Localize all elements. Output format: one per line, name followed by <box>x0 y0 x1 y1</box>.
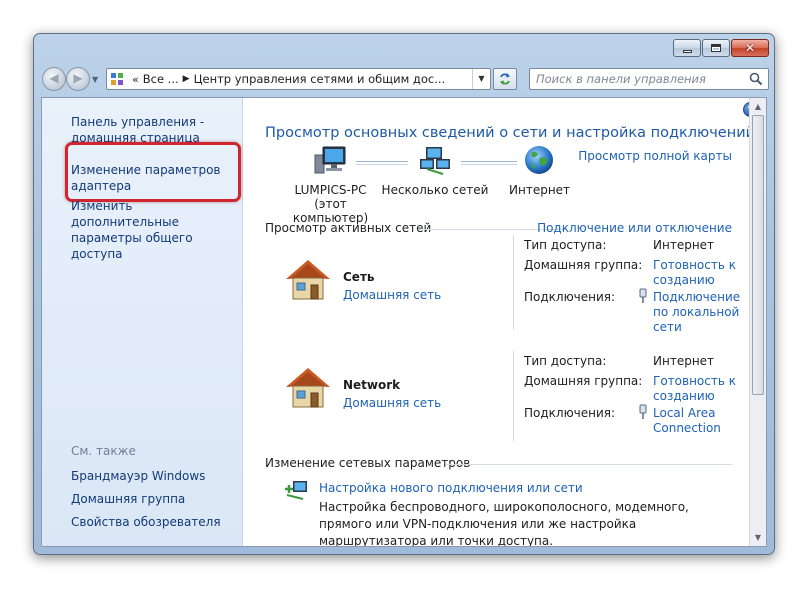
see-also-internet-options-link[interactable]: Свойства обозревателя <box>71 514 241 530</box>
task-sidebar: Панель управления - домашняя страница Из… <box>42 98 243 546</box>
network-2-access-value: Интернет <box>653 354 715 368</box>
highlight-annotation <box>65 142 241 202</box>
network-2-divider <box>513 351 514 441</box>
network-1-access-value: Интернет <box>653 238 715 252</box>
network-2-name: Network <box>343 378 401 392</box>
ethernet-icon-2 <box>639 404 647 419</box>
advanced-sharing-settings-link[interactable]: Изменить дополнительные параметры общего… <box>71 198 241 262</box>
address-overflow-chevrons[interactable]: « <box>132 73 139 86</box>
breadcrumb-network-center[interactable]: Центр управления сетями и общим дос... <box>194 72 446 86</box>
network-1-access-label: Тип доступа: <box>524 238 607 252</box>
back-arrow-icon: ◀ <box>49 71 59 85</box>
maximize-icon <box>711 44 721 52</box>
network-2-connections-label: Подключения: <box>524 406 616 420</box>
active-networks-heading: Просмотр активных сетей <box>265 221 432 235</box>
connect-disconnect-link[interactable]: Подключение или отключение <box>537 221 732 235</box>
close-button[interactable]: ✕ <box>731 39 769 57</box>
breadcrumb-separator-icon[interactable]: ▶ <box>183 74 190 84</box>
network-1-homegroup-link[interactable]: Готовность к созданию <box>653 258 748 288</box>
forward-button[interactable]: ▶ <box>66 67 90 91</box>
recent-pages-dropdown[interactable]: ▼ <box>92 75 98 84</box>
network-1-type-link[interactable]: Домашняя сеть <box>343 288 441 302</box>
pc-name: LUMPICS-PC <box>294 183 367 197</box>
change-settings-rule <box>446 464 732 465</box>
see-also-firewall-link[interactable]: Брандмауэр Windows <box>71 468 241 484</box>
minimize-button[interactable] <box>673 39 701 57</box>
back-button[interactable]: ◀ <box>42 67 66 91</box>
multiple-networks-icon <box>420 147 450 175</box>
search-placeholder: Поиск в панели управления <box>536 72 706 86</box>
refresh-icon <box>500 73 510 85</box>
page-title: Просмотр основных сведений о сети и наст… <box>265 125 756 141</box>
scroll-thumb[interactable] <box>752 115 764 395</box>
setup-new-connection-description: Настройка беспроводного, широкополосного… <box>319 500 689 547</box>
address-dropdown-icon[interactable]: ▼ <box>472 69 490 89</box>
network-1-divider <box>513 235 514 330</box>
view-full-map-link[interactable]: Просмотр полной карты <box>578 149 732 163</box>
internet-globe-icon <box>525 146 553 174</box>
scroll-up-arrow-icon[interactable]: ▲ <box>750 98 766 115</box>
network-1-connections-label: Подключения: <box>524 290 616 304</box>
content-area: Панель управления - домашняя страница Из… <box>41 97 767 547</box>
home-network-icon <box>286 260 330 300</box>
home-network-icon-2 <box>286 368 330 408</box>
close-icon: ✕ <box>744 41 756 55</box>
control-panel-window: ✕ ◀ ▶ ▼ « Все ... ▶ Центр управления сет… <box>33 33 775 555</box>
breadcrumb-all-items[interactable]: Все ... <box>143 72 179 86</box>
map-networks-label: Несколько сетей <box>381 183 489 197</box>
new-connection-icon <box>285 481 307 500</box>
ethernet-icon <box>639 288 647 303</box>
computer-icon <box>314 146 346 174</box>
see-also-heading: См. также <box>71 444 136 458</box>
map-line-networks-internet <box>461 161 517 165</box>
see-also-homegroup-link[interactable]: Домашняя группа <box>71 491 241 507</box>
main-panel: ? Просмотр основных сведений о сети и на… <box>243 98 766 546</box>
network-1-name: Сеть <box>343 270 375 284</box>
search-icon[interactable] <box>749 72 763 86</box>
map-line-pc-networks <box>356 161 408 165</box>
change-settings-heading: Изменение сетевых параметров <box>265 456 471 470</box>
network-2-homegroup-label: Домашняя группа: <box>524 374 643 388</box>
network-1-homegroup-label: Домашняя группа: <box>524 258 643 272</box>
map-pc-label: LUMPICS-PC (этот компьютер) <box>283 183 378 225</box>
network-2-access-label: Тип доступа: <box>524 354 607 368</box>
network-1-connection-link[interactable]: Подключение по локальной сети <box>653 290 748 335</box>
minimize-icon <box>682 49 692 53</box>
vertical-scrollbar[interactable]: ▲ ▼ <box>749 98 766 546</box>
network-2-homegroup-link[interactable]: Готовность к созданию <box>653 374 748 404</box>
refresh-button[interactable] <box>493 68 517 90</box>
network-2-connection-link[interactable]: Local Area Connection <box>653 406 748 436</box>
control-panel-icon <box>111 73 123 85</box>
map-internet-label: Интернет <box>509 183 571 197</box>
maximize-button[interactable] <box>702 39 730 57</box>
forward-arrow-icon: ▶ <box>73 71 83 85</box>
network-2-type-link[interactable]: Домашняя сеть <box>343 396 441 410</box>
window-controls: ✕ <box>673 39 769 57</box>
address-bar[interactable]: « Все ... ▶ Центр управления сетями и об… <box>106 68 491 90</box>
scroll-down-arrow-icon[interactable]: ▼ <box>750 529 766 546</box>
search-input[interactable]: Поиск в панели управления <box>529 68 769 90</box>
setup-new-connection-link[interactable]: Настройка нового подключения или сети <box>319 481 583 495</box>
navigation-bar: ◀ ▶ ▼ « Все ... ▶ Центр управления сетям… <box>42 65 769 93</box>
